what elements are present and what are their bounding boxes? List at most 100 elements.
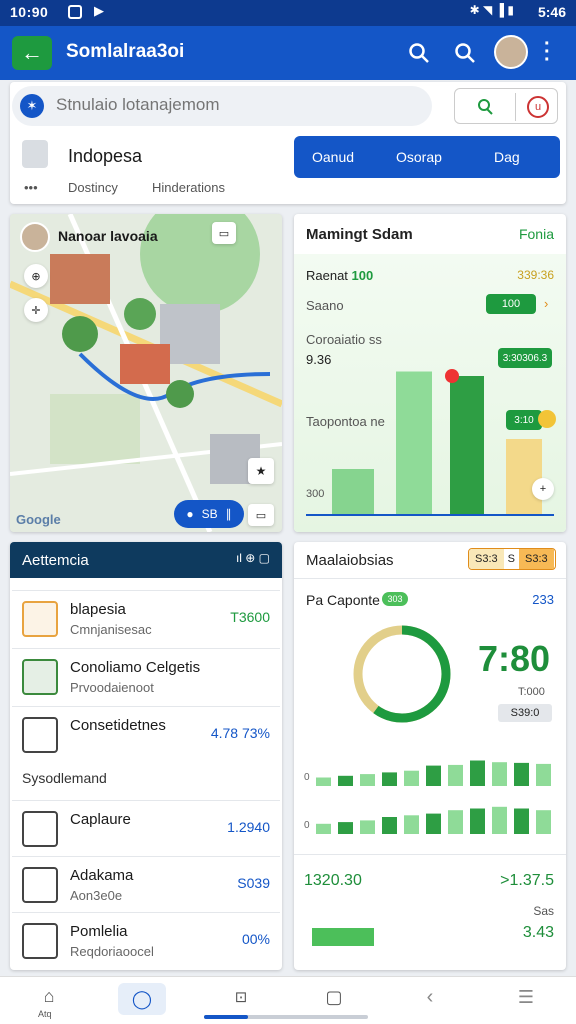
list-item[interactable]: Caplaure 1.2940 xyxy=(12,800,280,856)
bar xyxy=(396,371,432,514)
item-icon xyxy=(22,659,58,695)
back-icon[interactable]: ‹ xyxy=(418,985,442,1009)
meeting-chart xyxy=(306,369,554,516)
item-icon xyxy=(22,717,58,753)
scroll-track[interactable] xyxy=(204,1015,368,1019)
bar xyxy=(338,822,353,834)
segment-control: Oanud Osorap Dag xyxy=(294,136,560,178)
pin-icon[interactable]: ★ xyxy=(248,458,274,484)
bar xyxy=(492,806,507,834)
back-button[interactable]: ← xyxy=(12,36,52,70)
app-bar: ← Somlalraa3oi · · · xyxy=(0,26,576,80)
item-value: 00% xyxy=(241,931,270,947)
marker xyxy=(445,369,459,383)
chat-icon[interactable]: ◯ xyxy=(118,983,166,1015)
metrics-card: Maalaiobsias S3:3 S S3:3 Pa Caponte 303 23… xyxy=(294,542,566,970)
map-card[interactable]: Nanoar lavoaia ▭ ⊕ ✛ ★ ▭ Google ● SB ∥ xyxy=(10,214,282,532)
attendance-title: Aettemcia xyxy=(22,552,89,569)
item-value: 4.78 73% xyxy=(210,725,270,741)
seg-3[interactable]: Dag xyxy=(494,149,520,165)
item-value: T3600 xyxy=(230,609,270,625)
location-title: Indopesa xyxy=(68,146,143,166)
scroll-thumb[interactable] xyxy=(204,1015,248,1019)
avatar[interactable] xyxy=(494,35,528,69)
battery-time: 5:46 xyxy=(537,4,566,20)
map-canvas[interactable] xyxy=(10,214,282,532)
bar xyxy=(382,772,397,786)
metrics-title: Maalaiobsias xyxy=(306,552,394,569)
bar xyxy=(426,813,441,834)
item-title: Consetidetnes xyxy=(70,717,166,734)
bar xyxy=(448,810,463,834)
zoom-icon[interactable] xyxy=(475,97,495,117)
list-item[interactable]: Pomlelia Reqdoriaoocel 00% xyxy=(12,912,280,968)
r1-right: 339:36 xyxy=(517,268,554,282)
seg-1[interactable]: Oanud xyxy=(312,149,354,165)
list-item[interactable]: Conoliamo Celgetis Prvoodaienoot xyxy=(12,648,280,704)
fullscreen-icon[interactable]: ▭ xyxy=(248,504,274,526)
layers-icon[interactable]: ▭ xyxy=(212,222,236,244)
bar-chart-row1 xyxy=(316,760,551,786)
item-value: 1.2940 xyxy=(227,819,270,835)
home-label: Atq xyxy=(38,1009,52,1019)
search-input[interactable] xyxy=(56,95,416,115)
home-icon[interactable]: ⌂ xyxy=(36,985,62,1007)
bar xyxy=(404,770,419,786)
menu-icon[interactable]: ☰ xyxy=(514,985,538,1009)
plus-icon[interactable]: + xyxy=(532,478,554,500)
item-title: Conoliamo Celgetis xyxy=(70,659,201,676)
search-icon[interactable] xyxy=(408,42,430,64)
search-icon-2[interactable] xyxy=(454,42,476,64)
n3: 3.43 xyxy=(522,924,554,941)
item-sub: Cmnjanisesac xyxy=(70,622,152,637)
item-sub: Reqdoriaoocel xyxy=(70,944,154,959)
item-icon xyxy=(22,923,58,959)
chip[interactable]: S39:0 xyxy=(498,704,552,722)
bar xyxy=(448,764,463,786)
signal-icons: ✱ ◥ ▐ ▮ xyxy=(469,3,514,17)
bar xyxy=(514,808,529,834)
list-item[interactable]: Consetidetnes 4.78 73% xyxy=(12,706,280,762)
list-item[interactable]: blapesia Cmnjanisesac T3600 xyxy=(12,590,280,646)
locate-icon[interactable]: ✛ xyxy=(24,298,48,322)
r2-pill[interactable]: 100 xyxy=(486,294,536,314)
bar xyxy=(316,823,331,834)
location-sub1: Dostincy xyxy=(68,180,118,195)
chevron-right-icon[interactable]: › xyxy=(544,296,548,311)
big-sub: T:000 xyxy=(518,686,545,698)
arrow-left-icon: ← xyxy=(21,40,43,65)
item-icon xyxy=(22,811,58,847)
metrics-tags[interactable]: S3:3 S S3:3 xyxy=(468,548,556,570)
bar xyxy=(506,439,542,514)
dots-icon[interactable]: ••• xyxy=(24,180,38,195)
square-icon[interactable]: ▢ xyxy=(322,985,346,1009)
metrics-sub-badge: 303 xyxy=(382,592,408,606)
nav-icon: ● xyxy=(186,507,194,521)
section-label: Sysodlemand xyxy=(22,770,107,786)
map-brand: Google xyxy=(16,512,61,527)
item-title: Caplaure xyxy=(70,811,131,828)
meeting-badge: Fonia xyxy=(518,226,554,242)
toolbar-icons[interactable]: ıl ⊕ ▢ xyxy=(236,551,270,565)
app-title: Somlalraa3oi xyxy=(66,41,185,62)
bar xyxy=(404,815,419,834)
map-nav-button[interactable]: ● SB ∥ xyxy=(174,500,244,528)
bar-chart-row2 xyxy=(316,806,551,834)
map-avatar xyxy=(20,222,50,252)
bar xyxy=(450,376,484,514)
slides-icon[interactable]: ⊡ xyxy=(228,985,254,1009)
meeting-title: Mamingt Sdam xyxy=(306,226,413,243)
metrics-count[interactable]: 233 xyxy=(532,592,554,607)
metrics-sub: Pa Caponte xyxy=(306,592,380,608)
list-item[interactable]: Adakama Aon3e0e S039 xyxy=(12,856,280,912)
compass-icon[interactable]: ⊕ xyxy=(24,264,48,288)
location-sub2: Hinderations xyxy=(152,180,225,195)
bookmark-icon[interactable]: u xyxy=(527,96,549,118)
seg-2[interactable]: Osorap xyxy=(396,149,442,165)
bar xyxy=(536,810,551,834)
search-field[interactable]: ✶ xyxy=(12,86,432,126)
more-icon[interactable]: · · · xyxy=(544,34,551,70)
item-sub: Prvoodaienoot xyxy=(70,680,154,695)
bar xyxy=(470,808,485,834)
item-value: S039 xyxy=(237,875,270,891)
